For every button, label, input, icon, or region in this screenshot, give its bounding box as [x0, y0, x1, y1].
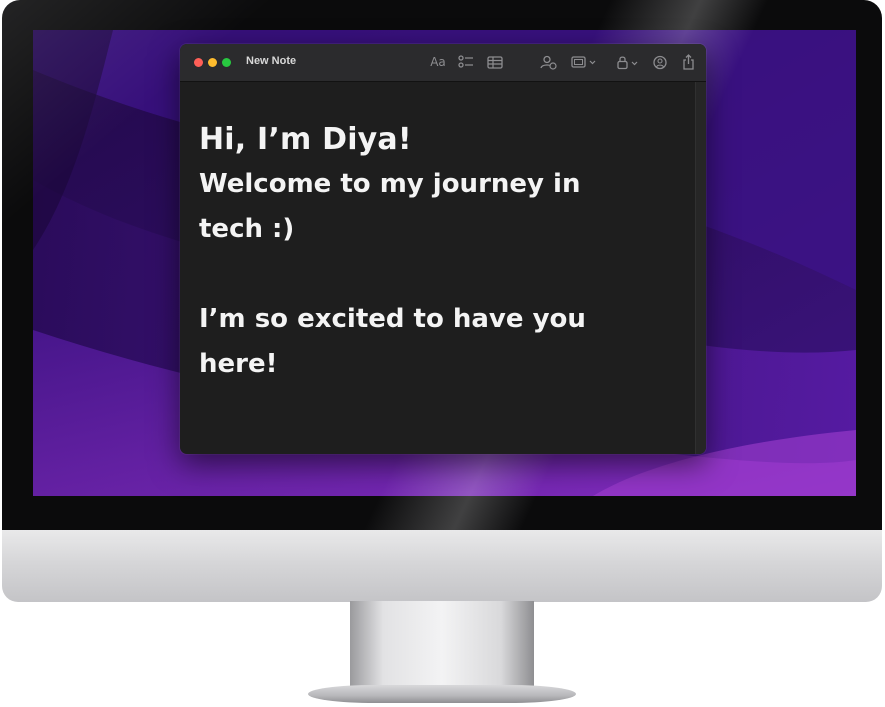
note-line: here! [199, 349, 278, 379]
note-line: I’m so excited to have you [199, 304, 586, 334]
monitor-chin [2, 530, 882, 602]
note-heading: Hi, I’m Diya! [199, 122, 412, 157]
format-text-icon[interactable]: Aa [428, 54, 448, 70]
close-button[interactable] [194, 58, 203, 67]
note-line: tech :) [199, 214, 295, 244]
note-line: Welcome to my journey in [199, 169, 581, 199]
monitor-stand-foot [308, 685, 576, 703]
monitor-stand [350, 601, 534, 693]
collaborate-icon[interactable] [538, 54, 558, 70]
maximize-button[interactable] [222, 58, 231, 67]
media-icon[interactable] [570, 54, 598, 70]
minimize-button[interactable] [208, 58, 217, 67]
notes-window: New Note Aa Hi, I’m Diya! Welcome to my … [180, 44, 706, 454]
share-link-icon[interactable] [651, 54, 669, 70]
scrollbar[interactable] [695, 82, 706, 454]
share-icon[interactable] [680, 54, 696, 70]
window-title: New Note [246, 55, 297, 67]
lock-icon[interactable] [615, 54, 641, 70]
monitor-bezel: New Note Aa Hi, I’m Diya! Welcome to my … [2, 0, 882, 530]
table-icon[interactable] [486, 54, 504, 70]
format-text-label: Aa [430, 55, 446, 69]
note-blank-line [199, 252, 669, 297]
note-editor[interactable]: Hi, I’m Diya! Welcome to my journey in t… [199, 118, 669, 387]
window-titlebar[interactable]: New Note Aa [180, 44, 706, 82]
checklist-icon[interactable] [457, 54, 475, 70]
